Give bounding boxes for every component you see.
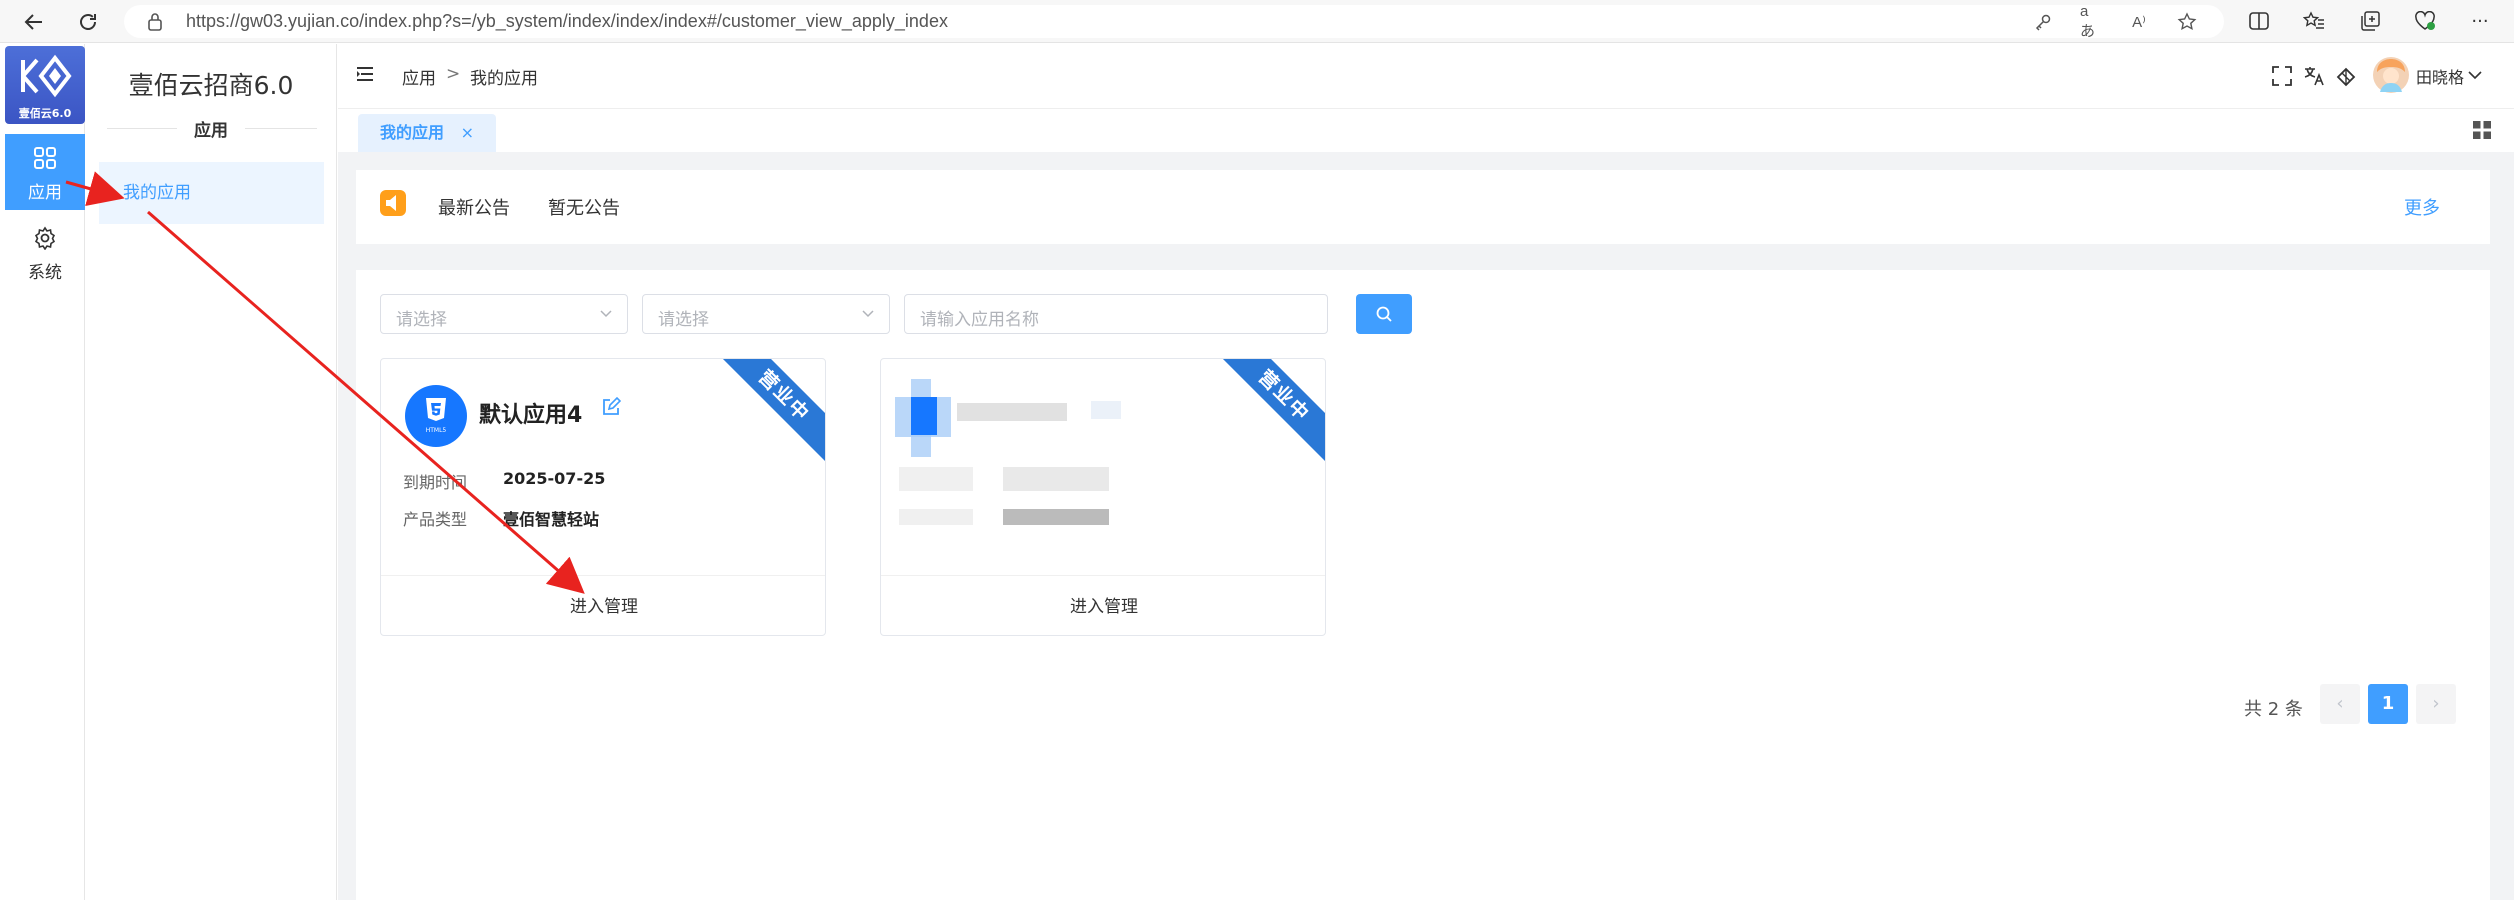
browser-toolbar: https://gw03.yujian.co/index.php?s=/yb_s… [0,0,2514,43]
search-icon [1376,306,1392,322]
chevron-down-icon [600,310,612,318]
apps-panel: 请选择 请选择 请输入应用名称 营业中 HTML5 默认应用4 到期时间 202… [356,270,2490,900]
redacted-value [1003,467,1109,491]
expire-label: 到期时间 [403,473,468,492]
logo-mark-icon [21,54,72,98]
notice-text: 暂无公告 [548,198,620,219]
collections-icon[interactable] [2357,8,2383,34]
tab-label: 我的应用 [380,123,445,142]
sub-sidebar: 壹佰云招商6.0 应用 我的应用 [85,44,337,900]
refresh-icon[interactable] [72,6,104,38]
fullscreen-icon[interactable] [2270,64,2294,88]
performance-icon[interactable] [2412,8,2438,34]
user-name[interactable]: 田晓格 [2416,64,2464,88]
status-ribbon: 营业中 [718,359,825,462]
redacted-value [1003,509,1109,525]
app-card: 营业中 HTML5 默认应用4 到期时间 2025-07-25 产品类型 壹佰智… [380,358,826,636]
redacted-label [899,467,973,491]
status-ribbon: 营业中 [1218,359,1325,462]
pagination-total: 共 2 条 [2244,699,2303,720]
expire-value: 2025-07-25 [503,469,606,488]
divider [245,128,317,129]
header: 应用 > 我的应用 田晓格 [338,44,2514,109]
redacted-name [1091,401,1121,419]
select-placeholder: 请选择 [658,310,709,330]
close-icon[interactable]: × [461,114,474,152]
type-value: 壹佰智慧轻站 [503,510,600,529]
speaker-icon [380,190,406,216]
tabs-menu-grid-icon[interactable] [2472,120,2492,140]
rail-item-label: 系统 [28,263,62,283]
favorite-star-icon[interactable] [2176,11,2198,33]
tab-my-apps[interactable]: 我的应用 × [358,114,496,152]
translate-icon[interactable]: aあ [2080,3,2102,40]
select-placeholder: 请选择 [396,310,447,330]
breadcrumb-current: 我的应用 [470,69,538,89]
more-icon[interactable]: ··· [2467,8,2493,34]
app-name: 默认应用4 [479,403,583,428]
rail-item-apps[interactable]: 应用 [5,134,85,210]
grid-icon [34,147,56,169]
sidebar-item-my-apps[interactable]: 我的应用 [99,162,324,224]
logo-text: 壹佰云6.0 [18,107,72,120]
html5-icon: HTML5 [405,385,467,447]
chevron-down-icon[interactable] [2468,70,2482,80]
url-text: https://gw03.yujian.co/index.php?s=/yb_s… [186,11,948,31]
translate-icon[interactable] [2302,64,2326,88]
edit-icon[interactable] [601,397,621,417]
read-aloud-icon[interactable]: A⁾ [2128,11,2150,33]
breadcrumb-item[interactable]: 应用 [402,64,436,89]
type-label: 产品类型 [403,510,468,529]
more-link[interactable]: 更多 [2404,194,2440,220]
lock-icon[interactable] [146,12,164,37]
redacted-label [899,509,973,525]
breadcrumb-separator: > [446,64,461,84]
gear-icon [34,226,56,250]
main-content: 最新公告 暂无公告 更多 请选择 请选择 请输入应用名称 营业中 HTML5 默… [338,152,2514,900]
rail-item-label: 应用 [28,183,62,203]
rail-item-system[interactable]: 系统 [5,214,85,290]
theme-icon[interactable] [2334,64,2358,88]
enter-management-button[interactable]: 进入管理 [381,575,825,635]
app-rail: 壹佰云6.0 应用 系统 [3,44,85,900]
search-input[interactable]: 请输入应用名称 [904,294,1328,334]
hamburger-icon[interactable] [356,66,374,82]
key-icon[interactable] [2032,11,2054,33]
tab-bar: 我的应用 × [338,110,2514,152]
redacted-name [957,403,1067,421]
logo: 壹佰云6.0 [5,46,85,124]
search-placeholder: 请输入应用名称 [920,310,1039,330]
next-page-button[interactable]: › [2416,684,2456,724]
sidebar-title: 壹佰云招商6.0 [128,71,294,100]
logo-caption: HTML5 [425,427,447,434]
chevron-down-icon [862,310,874,318]
notice-bar: 最新公告 暂无公告 更多 [356,170,2490,244]
enter-management-button[interactable]: 进入管理 [881,575,1325,635]
notice-title: 最新公告 [438,198,510,219]
avatar[interactable] [2372,56,2410,94]
page-1-button[interactable]: 1 [2368,684,2408,724]
split-screen-icon[interactable] [2246,8,2272,34]
filter-select-1[interactable]: 请选择 [380,294,628,334]
search-button[interactable] [1356,294,1412,334]
address-bar[interactable]: https://gw03.yujian.co/index.php?s=/yb_s… [124,3,2224,40]
back-icon[interactable] [18,6,50,38]
app-card: 营业中 进入管理 [880,358,1326,636]
favorites-icon[interactable] [2301,8,2327,34]
filter-select-2[interactable]: 请选择 [642,294,890,334]
prev-page-button[interactable]: ‹ [2320,684,2360,724]
